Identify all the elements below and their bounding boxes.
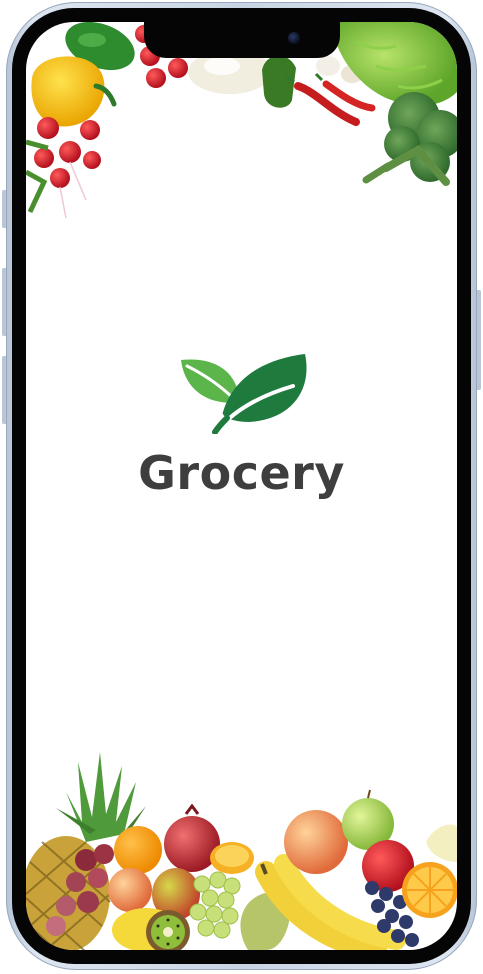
front-camera-icon — [288, 32, 300, 44]
splash-screen: Grocery — [0, 0, 483, 974]
phone-screen: Grocery — [26, 22, 457, 950]
brand-name: Grocery — [138, 446, 345, 500]
phone-notch — [144, 22, 340, 58]
logo-block: Grocery — [26, 352, 457, 500]
leaf-icon — [180, 354, 307, 434]
